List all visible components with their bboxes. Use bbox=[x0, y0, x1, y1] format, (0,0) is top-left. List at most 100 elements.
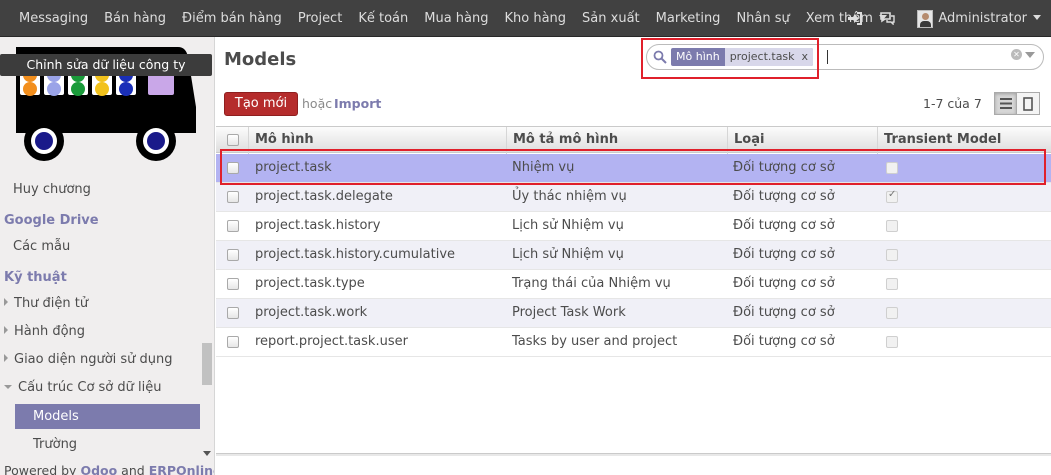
company-tooltip: Chỉnh sửa dữ liệu công ty bbox=[0, 54, 212, 76]
cell-model: project.task.delegate bbox=[255, 189, 393, 204]
list-view-button[interactable] bbox=[994, 92, 1017, 115]
table-row[interactable]: report.project.task.user Tasks by user an… bbox=[216, 328, 1051, 357]
cell-model: project.task bbox=[255, 160, 332, 175]
cell-type: Đối tượng cơ sở bbox=[733, 160, 835, 175]
menu-hr[interactable]: Nhân sự bbox=[728, 11, 797, 26]
table-footer bbox=[216, 453, 1051, 456]
menu-pos[interactable]: Điểm bán hàng bbox=[174, 11, 290, 26]
sidebar: Chỉnh sửa dữ liệu công ty Huy chương Goo… bbox=[0, 37, 215, 475]
sidebar-item-user-interface[interactable]: Giao diện người sử dụng bbox=[4, 352, 173, 367]
cell-type: Đối tượng cơ sở bbox=[733, 305, 835, 320]
cell-model: project.task.type bbox=[255, 276, 365, 291]
menu-manufacturing[interactable]: Sản xuất bbox=[574, 11, 648, 26]
search-options-dropdown-icon[interactable] bbox=[1025, 51, 1035, 58]
cell-description: Nhiệm vụ bbox=[512, 160, 575, 175]
row-select-checkbox[interactable] bbox=[227, 336, 239, 348]
cell-type: Đối tượng cơ sở bbox=[733, 189, 835, 204]
sidebar-section-technical: Kỹ thuật bbox=[4, 270, 67, 285]
search-highlight-box bbox=[641, 38, 819, 79]
caret-down-icon bbox=[4, 385, 12, 389]
sidebar-item-label: Giao diện người sử dụng bbox=[14, 352, 173, 367]
cell-description: Project Task Work bbox=[512, 305, 626, 320]
table-row[interactable]: project.task.work Project Task Work Đối tư… bbox=[216, 299, 1051, 328]
transient-checkbox bbox=[886, 189, 898, 203]
sidebar-item-templates[interactable]: Các mẫu bbox=[13, 239, 70, 254]
row-select-checkbox[interactable] bbox=[227, 307, 239, 319]
table-row[interactable]: project.task.delegate Ủy thác nhiệm vụ Đối… bbox=[216, 183, 1051, 212]
column-model[interactable]: Mô hình bbox=[248, 127, 508, 154]
menu-messaging[interactable]: Messaging bbox=[11, 11, 96, 26]
top-right-area: Administrator bbox=[839, 0, 1041, 37]
sidebar-item-actions[interactable]: Hành động bbox=[4, 324, 85, 339]
transient-checkbox bbox=[886, 336, 898, 348]
powered-and: and bbox=[121, 463, 145, 475]
menu-accounting[interactable]: Kế toán bbox=[350, 11, 416, 26]
import-link[interactable]: Import bbox=[334, 96, 381, 111]
sidebar-item-database-structure[interactable]: Cấu trúc Cơ sở dữ liệu bbox=[4, 380, 161, 395]
main-content: Models Mô hình project.task x ✕ Tạo mới … bbox=[216, 37, 1051, 475]
caret-right-icon bbox=[4, 298, 8, 306]
menu-sales[interactable]: Bán hàng bbox=[96, 11, 174, 26]
erponline-link[interactable]: ERPOnline bbox=[149, 463, 214, 475]
cell-model: report.project.task.user bbox=[255, 334, 408, 349]
row-select-checkbox[interactable] bbox=[227, 249, 239, 261]
cell-description: Trạng thái của Nhiệm vụ bbox=[512, 276, 671, 291]
pager-value[interactable]: 1-7 của 7 bbox=[923, 96, 982, 111]
menu-marketing[interactable]: Marketing bbox=[648, 11, 729, 26]
sidebar-item-label: Thư điện tử bbox=[14, 296, 89, 311]
top-menu: Messaging Bán hàng Điểm bán hàng Project… bbox=[11, 0, 895, 37]
user-avatar[interactable] bbox=[917, 9, 934, 28]
search-controls: ✕ bbox=[1011, 49, 1035, 60]
column-description[interactable]: Mô tả mô hình bbox=[506, 127, 728, 154]
table-row[interactable]: project.task.history Lịch sử Nhiệm vụ Đối … bbox=[216, 212, 1051, 241]
menu-purchase[interactable]: Mua hàng bbox=[416, 11, 496, 26]
cell-type: Đối tượng cơ sở bbox=[733, 218, 835, 233]
scroll-down-arrow-icon[interactable] bbox=[203, 451, 211, 456]
row-select-checkbox[interactable] bbox=[227, 162, 239, 174]
chat-icon[interactable] bbox=[879, 11, 895, 27]
table-row[interactable]: project.task.history.cumulative Lịch sử N… bbox=[216, 241, 1051, 270]
user-menu[interactable]: Administrator bbox=[938, 11, 1041, 26]
cell-model: project.task.history bbox=[255, 218, 381, 233]
transient-checkbox bbox=[886, 278, 898, 290]
column-type[interactable]: Loại bbox=[727, 127, 877, 154]
page-title: Models bbox=[224, 49, 297, 70]
cell-description: Lịch sử Nhiệm vụ bbox=[512, 247, 624, 262]
form-view-button[interactable] bbox=[1017, 92, 1040, 115]
row-select-checkbox[interactable] bbox=[227, 220, 239, 232]
sidebar-section-google-drive: Google Drive bbox=[4, 213, 99, 228]
row-select-checkbox[interactable] bbox=[227, 191, 239, 203]
sidebar-item-fields[interactable]: Trường bbox=[33, 437, 77, 452]
caret-down-icon bbox=[1033, 15, 1041, 20]
top-navbar: Messaging Bán hàng Điểm bán hàng Project… bbox=[0, 0, 1051, 37]
sidebar-item-email[interactable]: Thư điện tử bbox=[4, 296, 88, 311]
list-icon bbox=[999, 98, 1012, 109]
text-cursor bbox=[827, 50, 829, 64]
table-row[interactable]: project.task.type Trạng thái của Nhiệm vụ… bbox=[216, 270, 1051, 299]
sidebar-item-badges[interactable]: Huy chương bbox=[13, 182, 91, 197]
cell-type: Đối tượng cơ sở bbox=[733, 247, 835, 262]
cell-model: project.task.work bbox=[255, 305, 368, 320]
caret-right-icon bbox=[4, 326, 8, 334]
menu-warehouse[interactable]: Kho hàng bbox=[497, 11, 575, 26]
clear-search-icon[interactable]: ✕ bbox=[1011, 49, 1022, 60]
table-row[interactable]: project.task Nhiệm vụ Đối tượng cơ sở bbox=[216, 154, 1051, 183]
table-header: Mô hình Mô tả mô hình Loại Transient Mod… bbox=[216, 126, 1051, 154]
sidebar-item-models[interactable]: Models bbox=[15, 404, 200, 429]
sidebar-scrollbar-thumb[interactable] bbox=[202, 343, 212, 385]
menu-project[interactable]: Project bbox=[290, 11, 350, 26]
or-text: hoặc bbox=[302, 96, 333, 111]
transient-checkbox bbox=[886, 220, 898, 232]
select-all-checkbox[interactable] bbox=[227, 134, 239, 146]
caret-right-icon bbox=[4, 354, 8, 362]
column-transient[interactable]: Transient Model bbox=[877, 127, 1051, 154]
user-name: Administrator bbox=[938, 11, 1027, 26]
cell-description: Lịch sử Nhiệm vụ bbox=[512, 218, 624, 233]
row-select-checkbox[interactable] bbox=[227, 278, 239, 290]
sign-in-icon[interactable] bbox=[847, 11, 863, 27]
sidebar-item-label: Hành động bbox=[14, 324, 86, 339]
transient-checkbox bbox=[886, 307, 898, 319]
create-button[interactable]: Tạo mới bbox=[224, 92, 298, 116]
form-icon bbox=[1023, 96, 1033, 111]
odoo-link[interactable]: Odoo bbox=[80, 463, 117, 475]
